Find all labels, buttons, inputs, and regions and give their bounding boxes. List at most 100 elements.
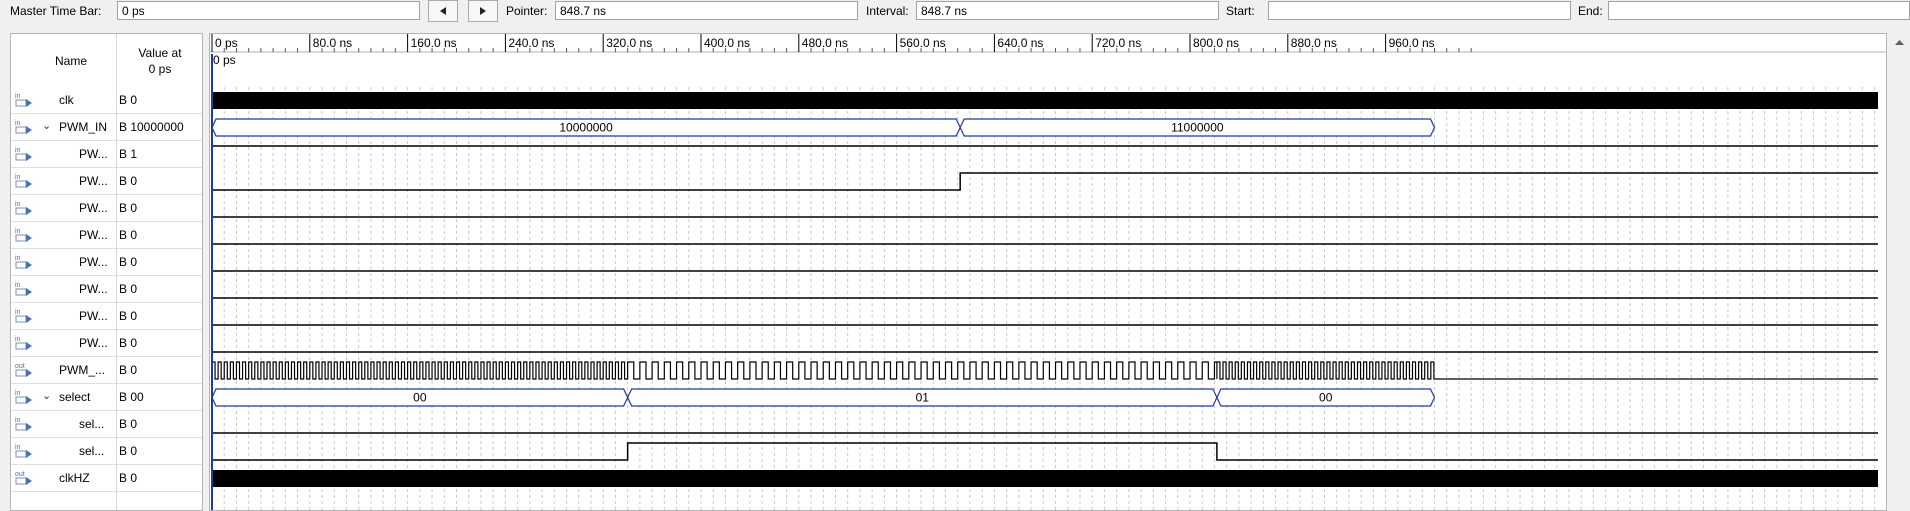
end-label: End: bbox=[1578, 4, 1603, 18]
signal-name: PW... bbox=[79, 201, 108, 215]
signal-row[interactable]: in sel... B 0 bbox=[11, 411, 202, 438]
signal-value: B 1 bbox=[119, 147, 138, 161]
signal-row[interactable]: in clk B 0 bbox=[11, 87, 202, 114]
next-transition-button[interactable] bbox=[468, 0, 498, 22]
signal-value: B 0 bbox=[119, 93, 138, 107]
input-pin-icon: in bbox=[15, 282, 32, 296]
signal-value: B 0 bbox=[119, 255, 138, 269]
pointer-field[interactable]: 848.7 ns bbox=[555, 1, 858, 20]
end-field[interactable] bbox=[1608, 1, 1910, 20]
input-pin-icon: in bbox=[15, 417, 32, 431]
svg-text:in: in bbox=[15, 201, 21, 208]
expand-chevron-icon[interactable]: ⌄ bbox=[42, 389, 54, 405]
waveform-canvas[interactable]: 0 ps 80.0 ns 160.0 ns 240.0 ns 320.0 ns 400.0… bbox=[210, 34, 1886, 510]
signal-row[interactable]: in PW... B 0 bbox=[11, 195, 202, 222]
signal-row[interactable]: in PW... B 0 bbox=[11, 249, 202, 276]
input-pin-icon: in bbox=[15, 201, 32, 215]
signal-row[interactable]: in ⌄ select B 00 bbox=[11, 384, 202, 411]
signal-name: PW... bbox=[79, 147, 108, 161]
svg-text:in: in bbox=[15, 417, 21, 424]
value-header-line2: 0 ps bbox=[148, 61, 172, 76]
bus-segment-label: 00 bbox=[413, 391, 427, 405]
svg-text:in: in bbox=[15, 228, 21, 235]
signal-name: PWM_... bbox=[59, 363, 106, 377]
triangle-right-icon bbox=[480, 7, 486, 15]
signal-row[interactable]: in PW... B 0 bbox=[11, 276, 202, 303]
signal-name: PW... bbox=[79, 282, 108, 296]
bus-segment-label: 11000000 bbox=[1171, 121, 1224, 135]
signal-row[interactable]: in ⌄ PWM_IN B 10000000 bbox=[11, 114, 202, 141]
start-field[interactable] bbox=[1268, 1, 1571, 20]
interval-field[interactable]: 848.7 ns bbox=[916, 1, 1219, 20]
signal-row[interactable]: in PW... B 0 bbox=[11, 222, 202, 249]
start-label: Start: bbox=[1226, 4, 1255, 18]
previous-transition-button[interactable] bbox=[428, 0, 458, 22]
name-column-header[interactable]: Name bbox=[39, 34, 103, 87]
svg-text:in: in bbox=[15, 120, 21, 127]
signal-name: clk bbox=[59, 93, 74, 107]
ruler-tick-label: 240.0 ns bbox=[508, 36, 554, 50]
time-bar-toolbar: Master Time Bar: 0 ps Pointer: 848.7 ns … bbox=[0, 0, 1910, 24]
expand-chevron-icon[interactable]: ⌄ bbox=[42, 119, 54, 135]
waveform-pulse bbox=[212, 442, 1878, 461]
ruler-tick-label: 880.0 ns bbox=[1291, 36, 1337, 50]
signal-name: PW... bbox=[79, 255, 108, 269]
signal-row[interactable]: in PW... B 1 bbox=[11, 141, 202, 168]
signal-row[interactable]: out clkHZ B 0 bbox=[11, 465, 202, 492]
svg-text:out: out bbox=[15, 363, 25, 370]
signal-value: B 0 bbox=[119, 201, 138, 215]
signal-row[interactable]: in PW... B 0 bbox=[11, 168, 202, 195]
value-column-header[interactable]: Value at 0 ps bbox=[117, 34, 202, 87]
input-pin-icon: in bbox=[15, 228, 32, 242]
signal-row[interactable]: in sel... B 0 bbox=[11, 438, 202, 465]
svg-text:in: in bbox=[15, 336, 21, 343]
svg-text:in: in bbox=[15, 444, 21, 451]
ruler-tick-label: 480.0 ns bbox=[802, 36, 848, 50]
waveform-step bbox=[212, 172, 1878, 191]
input-pin-icon: in bbox=[15, 147, 32, 161]
ruler-tick-label: 160.0 ns bbox=[411, 36, 457, 50]
signal-row[interactable]: out PWM_... B 0 bbox=[11, 357, 202, 384]
ruler-tick-label: 320.0 ns bbox=[606, 36, 652, 50]
svg-text:in: in bbox=[15, 147, 21, 154]
master-time-bar-field[interactable]: 0 ps bbox=[117, 1, 420, 20]
waveform-dense-clock bbox=[212, 470, 1878, 487]
master-time-bar-label: Master Time Bar: bbox=[10, 4, 102, 18]
signal-name: sel... bbox=[79, 444, 105, 458]
bus-segment-label: 10000000 bbox=[559, 121, 613, 135]
value-header-line1: Value at bbox=[138, 45, 182, 60]
signal-value: B 0 bbox=[119, 471, 138, 485]
waveform-panel[interactable]: 0 ps 80.0 ns 160.0 ns 240.0 ns 320.0 ns 400.0… bbox=[209, 33, 1887, 511]
waveform-pwm bbox=[211, 361, 1878, 380]
signal-value: B 0 bbox=[119, 336, 138, 350]
ruler-tick-label: 800.0 ns bbox=[1193, 36, 1239, 50]
column-divider bbox=[116, 34, 117, 510]
output-pin-icon: out bbox=[15, 471, 32, 485]
name-header-text: Name bbox=[54, 53, 87, 68]
output-pin-icon: out bbox=[15, 363, 32, 377]
signal-value: B 00 bbox=[119, 390, 144, 404]
pointer-label: Pointer: bbox=[506, 4, 548, 18]
signal-value: B 0 bbox=[119, 309, 138, 323]
ruler-tick-label: 80.0 ns bbox=[313, 36, 352, 50]
signal-name: PW... bbox=[79, 174, 108, 188]
signal-name: clkHZ bbox=[59, 471, 90, 485]
signal-value: B 0 bbox=[119, 444, 138, 458]
signal-row[interactable]: in PW... B 0 bbox=[11, 330, 202, 357]
interval-label: Interval: bbox=[866, 4, 909, 18]
signal-value: B 0 bbox=[119, 417, 138, 431]
input-pin-icon: in bbox=[15, 120, 32, 134]
bus-segment-label: 00 bbox=[1319, 391, 1333, 405]
signal-value: B 0 bbox=[119, 174, 138, 188]
svg-text:in: in bbox=[15, 282, 21, 289]
signal-value: B 0 bbox=[119, 363, 138, 377]
input-pin-icon: in bbox=[15, 174, 32, 188]
svg-text:in: in bbox=[15, 255, 21, 262]
signal-name: select bbox=[59, 390, 91, 404]
input-pin-icon: in bbox=[15, 444, 32, 458]
signal-name: PWM_IN bbox=[59, 120, 107, 134]
vertical-scrollbar[interactable] bbox=[1889, 33, 1910, 511]
signal-row[interactable]: in PW... B 0 bbox=[11, 303, 202, 330]
scroll-up-icon[interactable] bbox=[1889, 35, 1910, 49]
svg-text:out: out bbox=[15, 471, 25, 478]
